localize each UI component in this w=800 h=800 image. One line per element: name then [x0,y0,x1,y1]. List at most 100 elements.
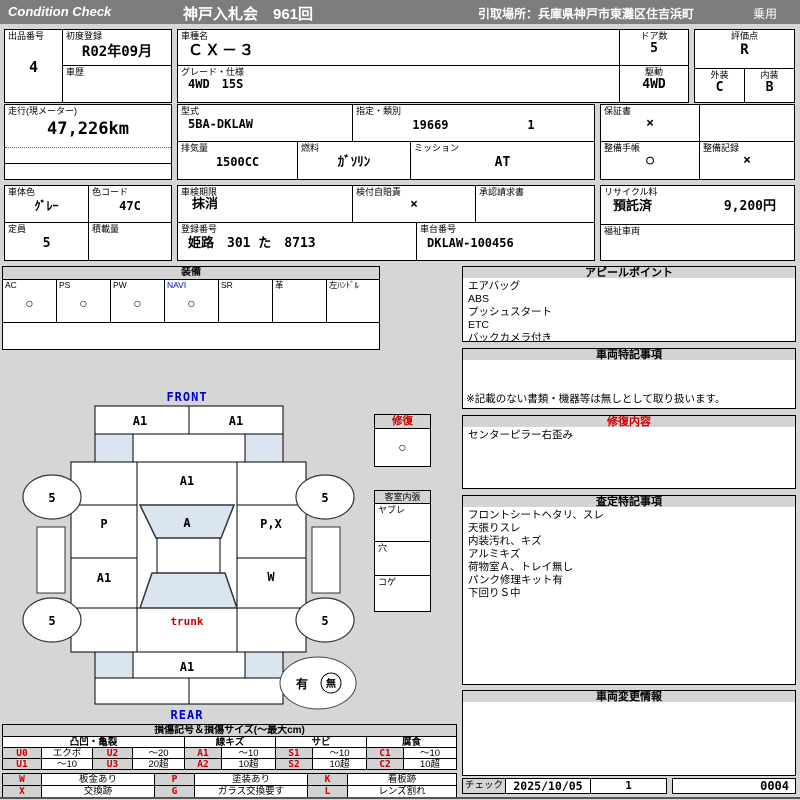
condition-check-sheet: Condition Check 神戸入札会 961回 引取場所：兵庫県神戸市東灘… [0,0,800,800]
warranty-cell: 保証書 × [600,104,700,142]
equipment-label: AC [5,280,17,290]
interior-lining-header: 客室内張 [374,490,431,504]
check-count-cell: 1 [590,778,667,794]
check-date-cell: 2025/10/05 [505,778,591,794]
load-cell: 積載量 [88,222,172,261]
equipment-label: SR [221,280,233,290]
bottom-divider [0,797,800,799]
doors-value: 5 [650,41,658,56]
legend-code: C2 [366,758,404,770]
color-code-cell: 色コード 47C [88,185,172,223]
front-bumper-right-code: A1 [229,414,243,428]
first-registration-label: 初度登録 [66,31,103,41]
presence-no-label: 無 [326,677,336,690]
vehicle-changes-body [462,702,796,776]
approval-cell: 承認請求書 [475,185,595,223]
equipment-cell-leather: 革 [272,279,327,323]
warranty-value: × [646,116,654,131]
brand-logo: Condition Check [8,4,112,19]
lot-number-value: 4 [28,58,39,76]
class-label: 指定・類別 [356,106,402,116]
appeal-line: ABS [468,293,490,305]
inspection-value: 抹消 [192,197,219,212]
appeal-line: ETC [468,319,489,331]
legend-size: 20超 [132,758,185,770]
equipment-cell-ac: AC ○ [2,279,57,323]
capacity-label: 定員 [8,224,27,234]
registration-number-value: 姫路 301 た 8713 [188,236,316,251]
assessment-line: 下回りＳ中 [468,587,521,599]
mileage-cell: 走行(現メーター) 47,226km [4,104,172,180]
score-label: 評価点 [730,31,758,41]
legend-size: 10超 [312,758,367,770]
front-label: FRONT [166,390,207,404]
warranty-label: 保証書 [604,106,632,116]
score-value: R [740,42,749,58]
equipment-cell-sr: SR [218,279,273,323]
assessment-line: 内装汚れ、キズ [468,535,542,547]
interior-lining-row-hole: 穴 [374,541,431,576]
assessment-line: アルミキズ [468,548,521,560]
recycle-fee-label: リサイクル料 [604,187,658,197]
interior-lining-label: 穴 [378,543,388,553]
equipment-label: NAVI [167,280,187,290]
drive-label: 駆動 [644,67,663,77]
fuel-cell: 燃料 ｶﾞｿﾘﾝ [297,141,411,180]
rear-right-door-code: W [267,570,275,584]
legend-size: ～10 [41,758,93,770]
equipment-cell-navi: NAVI ○ [164,279,219,323]
grade-label: グレード・仕様 [181,67,245,77]
model-name-cell: 車種名 ＣＸ－３ [177,29,620,66]
fuel-label: 燃料 [301,143,320,153]
equipment-mark: ○ [79,295,88,311]
legend-code: U1 [2,758,42,770]
tire-code: 5 [48,491,55,505]
chassis-number-cell: 車台番号 DKLAW-100456 [416,222,595,261]
interior-score-value: B [765,80,774,95]
assessment-line: フロントシートヘタリ、スレ [468,509,604,521]
displacement-label: 排気量 [181,143,209,153]
first-registration-cell: 初度登録 R02年09月 [62,29,172,66]
legend-code: S2 [275,758,313,770]
vehicle-category: 乗用 [753,7,778,21]
legend-code: U3 [92,758,133,770]
equipment-mark: ○ [25,295,34,311]
pickup-location: 引取場所：兵庫県神戸市東灘区住吉浜町 [478,7,695,21]
maintenance-book-label: 整備手帳 [604,143,641,153]
tire-code: 5 [321,614,328,628]
equipment-mark: ○ [187,295,196,311]
trunk-label: trunk [170,615,203,628]
rear-label: REAR [171,708,204,722]
class-cell: 指定・類別 19669 1 [352,104,595,142]
legend-size: 10超 [221,758,276,770]
vehicle-notes-body: ※記載のない書類・機器等は無しとして取り扱います。 [462,360,796,409]
legend-code: A2 [184,758,222,770]
drive-cell: 駆動 4WD [619,65,689,103]
insurance-cell: 検付自賠責 × [352,185,476,223]
drive-value: 4WD [642,77,666,92]
model-code-value: 5BA-DKLAW [188,117,254,131]
body-color-cell: 車体色 ｸﾞﾚｰ [4,185,89,223]
auction-title: 神戸入札会 961回 [183,6,314,23]
doors-cell: ドア数 5 [619,29,689,66]
history-label: 車歴 [66,67,85,77]
appeal-line: プッシュスタート [468,306,552,318]
interior-score-label: 内装 [760,70,779,80]
displacement-value: 1500CC [215,155,260,169]
displacement-cell: 排気量 1500CC [177,141,298,180]
registration-number-cell: 登録番号 姫路 301 た 8713 [177,222,417,261]
class-category: 1 [527,118,535,132]
chassis-number-label: 車台番号 [420,224,457,234]
tire-code: 5 [48,614,55,628]
body-color-label: 車体色 [8,187,36,197]
exterior-score-label: 外装 [710,70,729,80]
assessment-line: パンク修理キット有 [468,574,564,586]
interior-lining-row-tear: ヤブレ [374,503,431,542]
class-number: 19669 [412,118,449,132]
maintenance-book-value: ○ [646,153,654,168]
assessment-notes-body: フロントシートヘタリ、スレ 天張りスレ 内装汚れ、キズ アルミキズ 荷物室Ａ、ト… [462,507,796,685]
lot-number-cell: 出品番号 4 [4,29,63,103]
hood-code: A1 [180,474,194,488]
interior-lining-label: ヤブレ [378,505,406,515]
equipment-cell-lhd: 左ﾊﾝﾄﾞﾙ [326,279,380,323]
